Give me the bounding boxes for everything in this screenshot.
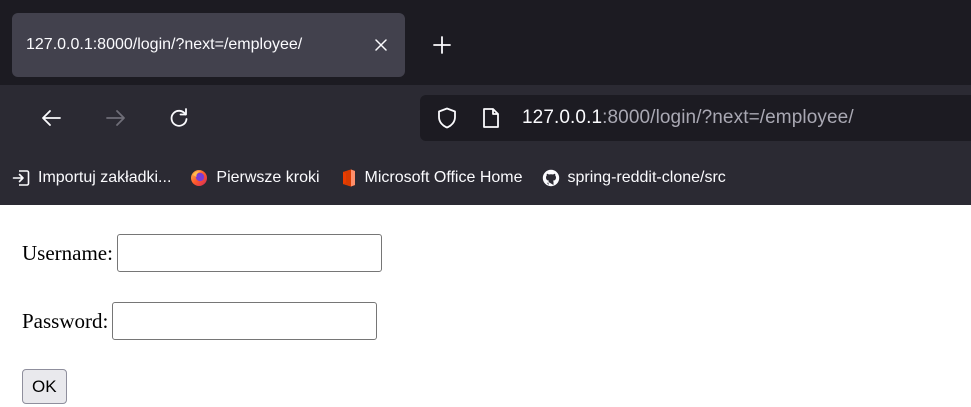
username-row: Username: [22, 233, 971, 273]
forward-button[interactable] [102, 104, 130, 132]
navigation-toolbar: 127.0.0.1:8000/login/?next=/employee/ [0, 85, 971, 150]
bookmark-label: spring-reddit-clone/src [567, 168, 726, 186]
tab-strip: 127.0.0.1:8000/login/?next=/employee/ [0, 0, 971, 85]
url-bar[interactable]: 127.0.0.1:8000/login/?next=/employee/ [420, 95, 971, 141]
shield-icon[interactable] [436, 107, 458, 129]
plus-icon [433, 36, 451, 54]
arrow-left-icon [42, 110, 61, 126]
page-content: Username: Password: OK [0, 205, 971, 404]
username-input[interactable] [116, 234, 382, 272]
url-text[interactable]: 127.0.0.1:8000/login/?next=/employee/ [522, 107, 854, 129]
bookmark-spring-reddit-clone[interactable]: spring-reddit-clone/src [542, 169, 726, 187]
page-icon[interactable] [480, 107, 502, 129]
password-label: Password: [22, 308, 109, 333]
import-icon [12, 169, 30, 187]
github-icon [542, 169, 560, 187]
bookmark-label: Microsoft Office Home [364, 168, 523, 186]
url-host: 127.0.0.1 [522, 107, 603, 128]
url-path: :8000/login/?next=/employee/ [602, 107, 854, 128]
bookmark-label: Pierwsze kroki [216, 168, 320, 186]
tab-title: 127.0.0.1:8000/login/?next=/employee/ [26, 36, 303, 53]
login-form: Username: Password: OK [22, 233, 971, 404]
password-row: Password: [22, 301, 971, 341]
back-button[interactable] [37, 104, 65, 132]
arrow-right-icon [106, 110, 125, 126]
firefox-icon [190, 169, 208, 187]
browser-window: 127.0.0.1:8000/login/?next=/employee/ 12… [0, 0, 971, 205]
reload-icon [170, 108, 188, 127]
bookmarks-toolbar: Importuj zakładki... Pierwsze kroki Micr… [0, 150, 971, 205]
close-icon[interactable] [371, 35, 391, 55]
bookmark-label: Importuj zakładki... [38, 168, 172, 186]
password-input[interactable] [112, 302, 378, 340]
office-icon [339, 169, 357, 187]
tab-active[interactable]: 127.0.0.1:8000/login/?next=/employee/ [12, 13, 405, 77]
bookmark-office-home[interactable]: Microsoft Office Home [339, 169, 523, 187]
bookmark-first-steps[interactable]: Pierwsze kroki [190, 168, 320, 187]
ok-button[interactable]: OK [22, 369, 67, 404]
reload-button[interactable] [165, 104, 193, 132]
new-tab-button[interactable] [428, 31, 456, 59]
username-label: Username: [22, 240, 113, 265]
bookmark-import[interactable]: Importuj zakładki... [12, 169, 171, 187]
